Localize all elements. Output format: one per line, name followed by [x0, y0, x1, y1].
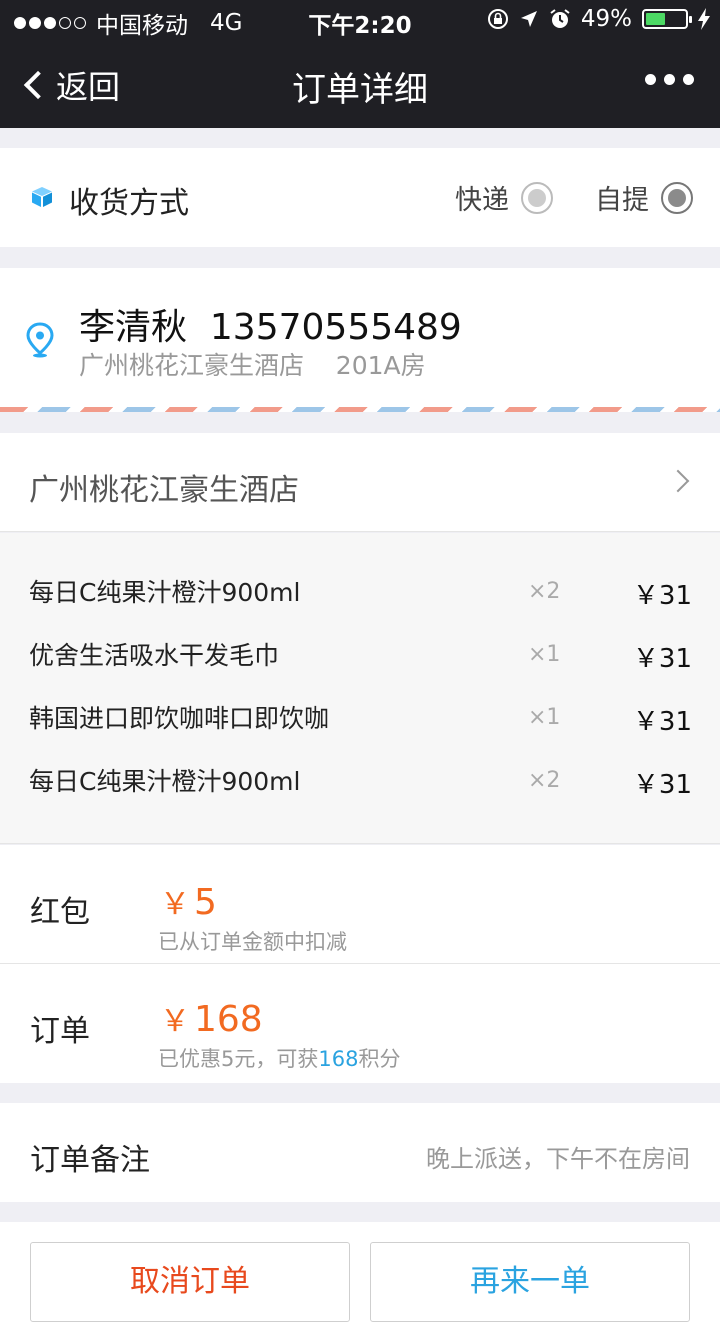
address-card[interactable]: 李清秋 13570555489 广州桃花江豪生酒店 201A房	[0, 268, 720, 412]
list-item: 每日C纯果汁橙汁900ml ×2 ￥31	[0, 573, 720, 613]
red-packet-amount: ￥ 5	[160, 879, 217, 923]
amount-value: 168	[194, 999, 263, 1040]
points-value: 168	[318, 1047, 359, 1071]
order-remark-row[interactable]: 订单备注 晚上派送，下午不在房间	[0, 1103, 720, 1202]
recipient-name-phone: 李清秋 13570555489	[79, 307, 462, 348]
red-packet-label: 红包	[30, 895, 90, 930]
status-bar: 中国移动 4G 下午2:20 49%	[0, 0, 720, 40]
delivery-method-section: 收货方式 快递 自提	[0, 148, 720, 247]
item-name: 每日C纯果汁橙汁900ml	[29, 578, 301, 607]
currency-symbol: ￥	[160, 887, 190, 922]
cancel-order-button[interactable]: 取消订单	[30, 1242, 350, 1322]
airmail-border	[0, 407, 720, 412]
list-item: 优舍生活吸水干发毛巾 ×1 ￥31	[0, 636, 720, 676]
red-packet-row: 红包 ￥ 5 已从订单金额中扣减	[0, 845, 720, 964]
item-price: ￥31	[632, 770, 692, 800]
item-quantity: ×1	[528, 642, 561, 667]
order-total-row: 订单 ￥ 168 已优惠5元，可获168积分	[0, 964, 720, 1083]
item-quantity: ×1	[528, 705, 561, 730]
battery-icon	[642, 9, 692, 29]
item-price: ￥31	[632, 644, 692, 674]
red-packet-note: 已从订单金额中扣减	[158, 930, 347, 954]
battery-percent: 49%	[580, 6, 632, 32]
order-total-amount: ￥ 168	[160, 996, 263, 1040]
order-items-list: 每日C纯果汁橙汁900ml ×2 ￥31 优舍生活吸水干发毛巾 ×1 ￥31 韩…	[0, 533, 720, 844]
delivery-option-label: 快递	[455, 185, 509, 216]
rotation-lock-icon	[487, 9, 508, 29]
location-arrow-icon	[520, 11, 537, 27]
store-row[interactable]: 广州桃花江豪生酒店	[0, 433, 720, 532]
reorder-button[interactable]: 再来一单	[370, 1242, 690, 1322]
item-quantity: ×2	[528, 768, 561, 793]
item-name: 每日C纯果汁橙汁900ml	[29, 767, 301, 796]
charging-bolt-icon	[698, 8, 710, 30]
recipient-address: 广州桃花江豪生酒店 201A房	[79, 351, 426, 380]
list-item: 每日C纯果汁橙汁900ml ×2 ￥31	[0, 762, 720, 802]
navigation-bar: 返回 订单详细	[0, 40, 720, 128]
store-name: 广州桃花江豪生酒店	[29, 473, 299, 508]
action-bar: 取消订单 再来一单	[0, 1222, 720, 1342]
list-item: 韩国进口即饮咖啡口即饮咖 ×1 ￥31	[0, 699, 720, 739]
order-total-label: 订单	[30, 1014, 90, 1049]
battery-fill	[646, 13, 665, 25]
delivery-option-express[interactable]: 快递	[455, 178, 553, 217]
delivery-option-pickup[interactable]: 自提	[595, 178, 693, 217]
order-remark-value: 晚上派送，下午不在房间	[426, 1145, 690, 1173]
item-quantity: ×2	[528, 579, 561, 604]
alarm-icon	[550, 9, 570, 28]
delivery-option-label: 自提	[595, 185, 649, 216]
item-price: ￥31	[632, 581, 692, 611]
location-pin-icon	[26, 322, 54, 358]
ellipsis-icon	[645, 74, 656, 85]
radio-button[interactable]	[521, 181, 553, 214]
radio-button-selected[interactable]	[661, 181, 693, 214]
item-price: ￥31	[632, 707, 692, 737]
top-bar: 中国移动 4G 下午2:20 49% 返回 订单详细	[0, 0, 720, 128]
chevron-right-icon	[666, 469, 690, 493]
box-icon	[32, 187, 52, 207]
order-remark-label: 订单备注	[30, 1143, 150, 1178]
item-name: 韩国进口即饮咖啡口即饮咖	[29, 704, 330, 733]
more-options-button[interactable]	[645, 74, 694, 85]
item-name: 优舍生活吸水干发毛巾	[29, 641, 280, 670]
page-title: 订单详细	[292, 70, 428, 110]
amount-value: 5	[194, 882, 217, 923]
currency-symbol: ￥	[160, 1004, 190, 1039]
order-savings-note: 已优惠5元，可获168积分	[158, 1047, 401, 1071]
delivery-method-label: 收货方式	[69, 186, 189, 221]
